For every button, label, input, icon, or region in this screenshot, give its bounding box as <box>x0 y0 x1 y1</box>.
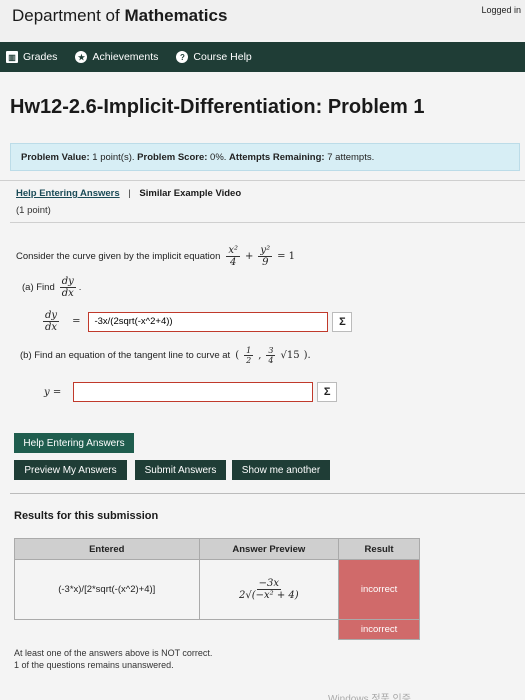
problem-info-box: Problem Value: 1 point(s). Problem Score… <box>10 143 520 171</box>
nav-grades-label: Grades <box>23 51 58 63</box>
result-messages: At least one of the answers above is NOT… <box>14 647 212 671</box>
part-a-prompt: (a) Find dy dx . <box>22 276 82 299</box>
help-row: Help Entering Answers | Similar Example … <box>16 188 241 199</box>
question-text: Consider the curve given by the implicit… <box>16 245 296 268</box>
divider <box>10 493 525 494</box>
score-label: Problem Score: <box>137 152 208 163</box>
value-label: Problem Value: <box>21 152 90 163</box>
separator: | <box>128 188 131 199</box>
divider <box>0 180 525 181</box>
point-x-fraction: 1 2 <box>244 346 254 365</box>
help-entering-link[interactable]: Help Entering Answers <box>16 188 120 199</box>
equation-editor-button[interactable]: Σ <box>317 382 338 402</box>
top-bar: Department of Mathematics Logged in <box>0 0 525 40</box>
answer-a-row: dy dx = Σ <box>40 310 353 333</box>
login-status: Logged in <box>481 5 521 15</box>
entered-cell: (-3*x)/[2*sqrt(-(x^2)+4)] <box>14 559 200 620</box>
submit-answers-button[interactable]: Submit Answers <box>135 460 226 480</box>
results-heading: Results for this submission <box>14 510 159 522</box>
table-row: (-3*x)/[2*sqrt(-(x^2)+4)] −3x 2√(−x² + 4… <box>14 559 420 620</box>
help-entering-answers-button[interactable]: Help Entering Answers <box>14 433 134 453</box>
nav-achievements[interactable]: ★ Achievements <box>75 51 158 63</box>
similar-video-link[interactable]: Similar Example Video <box>139 188 241 199</box>
equation-editor-button[interactable]: Σ <box>332 311 353 332</box>
point-y-fraction: 3 4 <box>266 346 276 365</box>
attempts-label: Attempts Remaining: <box>229 152 325 163</box>
department-title: Department of Mathematics <box>12 6 228 25</box>
column-header: Answer Preview <box>198 538 340 560</box>
star-icon: ★ <box>75 51 88 63</box>
derivative-fraction: dy dx <box>43 310 60 333</box>
part-b-prompt: (b) Find an equation of the tangent line… <box>20 346 311 365</box>
score-text: 0%. <box>210 152 227 163</box>
message-line: At least one of the answers above is NOT… <box>14 648 213 658</box>
question-icon: ? <box>176 51 189 63</box>
nav-bar: ▥ Grades ★ Achievements ? Course Help <box>0 42 525 72</box>
message-line: 1 of the questions remains unanswered. <box>14 660 174 670</box>
value-text: 1 point(s). <box>92 152 135 163</box>
preview-cell: −3x 2√(−x² + 4) <box>198 559 340 620</box>
nav-course-help-label: Course Help <box>193 51 252 63</box>
preview-fraction: −3x 2√(−x² + 4) <box>238 578 299 601</box>
y-label: y = <box>44 386 62 398</box>
result-cell: incorrect <box>338 559 420 620</box>
fraction-x: x² 4 <box>226 245 241 268</box>
fraction-y: y² 9 <box>258 245 273 268</box>
grades-icon: ▥ <box>6 51 18 63</box>
column-header: Entered <box>14 538 200 560</box>
results-table: Entered Answer Preview Result (-3*x)/[2*… <box>14 538 420 640</box>
show-me-another-button[interactable]: Show me another <box>232 460 330 480</box>
nav-course-help[interactable]: ? Course Help <box>176 51 252 63</box>
page-title: Hw12-2.6-Implicit-Differentiation: Probl… <box>10 96 425 118</box>
preview-cell <box>199 620 339 640</box>
point-value: (1 point) <box>16 205 51 216</box>
derivative-fraction: dy dx <box>59 276 76 299</box>
column-header: Result <box>338 538 420 560</box>
question-intro: Consider the curve given by the implicit… <box>16 251 221 262</box>
attempts-text: 7 attempts. <box>327 152 375 163</box>
preview-answers-button[interactable]: Preview My Answers <box>14 460 127 480</box>
nav-grades[interactable]: ▥ Grades <box>6 51 57 63</box>
result-cell: incorrect <box>338 619 420 640</box>
table-header-row: Entered Answer Preview Result <box>14 538 420 560</box>
answer-b-row: y = Σ <box>42 382 338 402</box>
entered-cell <box>15 620 200 640</box>
answer-b-input[interactable] <box>73 382 314 402</box>
divider <box>10 222 525 223</box>
windows-activation-watermark: Windows 정품 인증 <box>328 694 411 700</box>
nav-achievements-label: Achievements <box>92 51 159 63</box>
answer-a-input[interactable] <box>88 311 329 332</box>
table-row: incorrect <box>15 619 420 640</box>
